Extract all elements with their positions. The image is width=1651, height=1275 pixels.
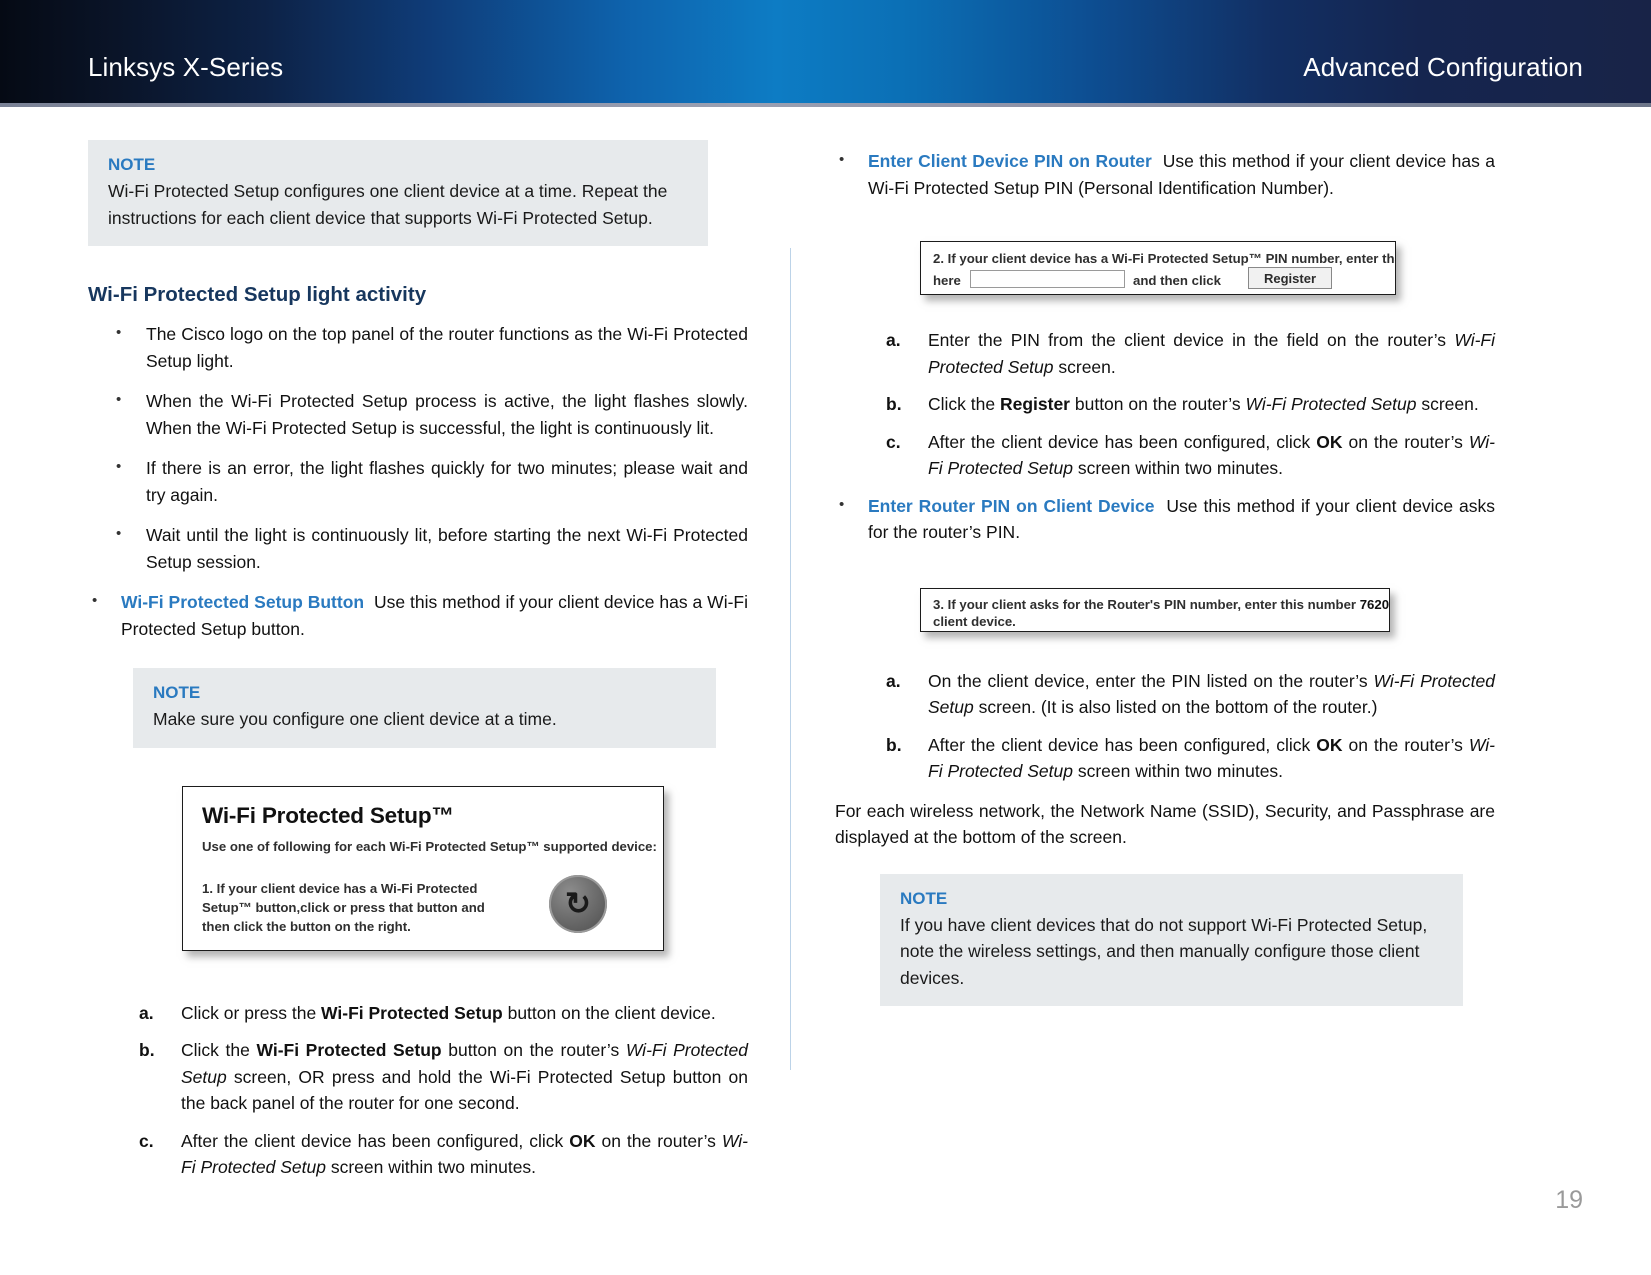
step-marker: b. xyxy=(886,394,902,414)
list-item: c. After the client device has been conf… xyxy=(880,429,1495,482)
note-body: Wi-Fi Protected Setup configures one cli… xyxy=(108,181,668,228)
wps-screenshot-title: Wi-Fi Protected Setup™ xyxy=(202,802,454,828)
list-item: When the Wi-Fi Protected Setup process i… xyxy=(88,387,748,441)
header-product-title: Linksys X-Series xyxy=(88,52,284,82)
note-title: NOTE xyxy=(900,888,948,908)
wps-setup-screenshot: Wi-Fi Protected Setup™ Use one of follow… xyxy=(182,785,664,951)
wps-logo-icon[interactable]: ↻ xyxy=(549,874,607,933)
router-pin-line2: client device. xyxy=(933,613,1016,629)
pin-screenshot-line1: 2. If your client device has a Wi-Fi Pro… xyxy=(933,251,1395,266)
list-item: a. Click or press the Wi-Fi Protected Se… xyxy=(133,1000,748,1027)
step-marker: c. xyxy=(139,1130,154,1151)
column-divider xyxy=(790,248,791,1070)
step-marker: b. xyxy=(886,734,902,755)
step-marker: a. xyxy=(886,330,901,350)
method-bullet-lead: Enter Client Device PIN on Router xyxy=(868,151,1152,171)
list-item: b. After the client device has been conf… xyxy=(880,732,1495,785)
note-box-unsupported-devices: NOTE If you have client devices that do … xyxy=(880,873,1463,1006)
wps-screenshot-step-text: 1. If your client device has a Wi-Fi Pro… xyxy=(202,880,485,934)
list-item: The Cisco logo on the top panel of the r… xyxy=(88,320,748,374)
list-item: Wait until the light is continuously lit… xyxy=(88,521,748,575)
wps-arrows-glyph: ↻ xyxy=(565,886,591,921)
light-activity-bullet-list: The Cisco logo on the top panel of the r… xyxy=(88,320,748,575)
step-text: Enter the PIN from the client device in … xyxy=(928,330,1495,377)
header-section-title: Advanced Configuration xyxy=(1303,52,1583,82)
page-section-heading: Wi-Fi Protected Setup light activity xyxy=(88,283,427,306)
note-body: Make sure you configure one client devic… xyxy=(153,709,557,729)
pin-screenshot-container: 2. If your client device has a Wi-Fi Pro… xyxy=(920,241,1495,311)
step-marker: a. xyxy=(886,670,901,691)
step-text: On the client device, enter the PIN list… xyxy=(928,670,1495,718)
list-item: If there is an error, the light flashes … xyxy=(88,454,748,508)
router-pin-screenshot: 3. If your client asks for the Router's … xyxy=(920,587,1390,632)
list-item: b. Click the Register button on the rout… xyxy=(880,391,1495,418)
step-text: Click the Register button on the router’… xyxy=(928,394,1479,414)
closing-paragraph: For each wireless network, the Network N… xyxy=(835,800,1495,848)
step-text: Click or press the Wi-Fi Protected Setup… xyxy=(181,1002,716,1023)
step-text: After the client device has been configu… xyxy=(928,734,1495,782)
step-text: Click the Wi-Fi Protected Setup button o… xyxy=(181,1040,748,1113)
router-pin-screenshot-container: 3. If your client asks for the Router's … xyxy=(920,587,1495,646)
list-item: c. After the client device has been conf… xyxy=(133,1128,748,1181)
pin-screenshot-here-label: here xyxy=(933,273,961,288)
method-bullet-client-pin-on-router: Enter Client Device PIN on Router Use th… xyxy=(835,147,1495,201)
wps-button-steps-list: a. Click or press the Wi-Fi Protected Se… xyxy=(133,1000,748,1181)
list-item: a. Enter the PIN from the client device … xyxy=(880,327,1495,380)
step-text: After the client device has been configu… xyxy=(181,1130,748,1178)
router-pin-value: 76201196 xyxy=(1359,596,1390,612)
step-marker: b. xyxy=(139,1040,155,1060)
right-column: Enter Client Device PIN on Router Use th… xyxy=(835,140,1495,1006)
method-bullet-router-pin-on-client: Enter Router PIN on Client Device Use th… xyxy=(835,492,1495,546)
register-button[interactable]: Register xyxy=(1248,267,1332,289)
method-bullet-wps-button: Wi-Fi Protected Setup Button Use this me… xyxy=(88,588,748,642)
pin-screenshot-and-then-click: and then click xyxy=(1133,273,1221,288)
wps-screenshot-subtitle: Use one of following for each Wi-Fi Prot… xyxy=(202,838,657,854)
note-box-one-at-a-time: NOTE Make sure you configure one client … xyxy=(133,668,716,748)
method-bullet-lead: Wi-Fi Protected Setup Button xyxy=(121,592,365,612)
note-box-wps-one-device: NOTE Wi-Fi Protected Setup configures on… xyxy=(88,140,708,246)
router-pin-text-before: 3. If your client asks for the Router's … xyxy=(933,596,1360,612)
step-marker: a. xyxy=(139,1002,154,1023)
list-item: a. On the client device, enter the PIN l… xyxy=(880,668,1495,721)
router-pin-steps-list: a. On the client device, enter the PIN l… xyxy=(880,668,1495,785)
client-pin-steps-list: a. Enter the PIN from the client device … xyxy=(880,327,1495,482)
note-body: If you have client devices that do not s… xyxy=(900,914,1428,988)
pin-input-field[interactable] xyxy=(970,270,1125,288)
wps-screenshot-container: Wi-Fi Protected Setup™ Use one of follow… xyxy=(174,785,748,966)
page-header-underline xyxy=(0,103,1651,107)
list-item: b. Click the Wi-Fi Protected Setup butto… xyxy=(133,1037,748,1117)
step-marker: c. xyxy=(886,431,901,452)
router-pin-line1: 3. If your client asks for the Router's … xyxy=(933,596,1390,612)
client-pin-screenshot: 2. If your client device has a Wi-Fi Pro… xyxy=(920,241,1396,295)
page-number: 19 xyxy=(1555,1186,1583,1214)
step-text: After the client device has been configu… xyxy=(928,431,1495,479)
note-title: NOTE xyxy=(108,155,156,174)
method-bullet-lead: Enter Router PIN on Client Device xyxy=(868,495,1155,516)
left-column: NOTE Wi-Fi Protected Setup configures on… xyxy=(88,140,748,1181)
note-title: NOTE xyxy=(153,683,201,702)
